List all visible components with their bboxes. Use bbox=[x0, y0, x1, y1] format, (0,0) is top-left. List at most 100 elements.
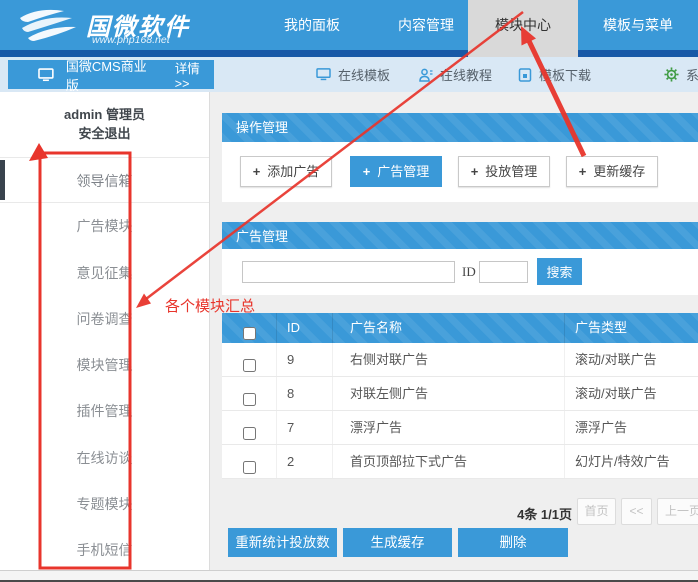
delivery-manage-button[interactable]: + 投放管理 bbox=[458, 156, 550, 187]
ad-table: ID 广告名称 广告类型 9 右侧对联广告 滚动/对联广告 8 对联左侧广告 滚… bbox=[222, 313, 698, 479]
recount-delivery-button[interactable]: 重新统计投放数 bbox=[228, 528, 337, 557]
row-checkbox[interactable] bbox=[243, 393, 256, 406]
cell-ad-name: 右侧对联广告 bbox=[333, 343, 565, 376]
sidebar-item-leader-mailbox[interactable]: 领导信箱 bbox=[0, 157, 209, 203]
cell-ad-type: 漂浮广告 bbox=[565, 411, 698, 444]
sidebar-item-sms[interactable]: 手机短信 bbox=[0, 527, 209, 573]
cell-ad-type: 滚动/对联广告 bbox=[565, 377, 698, 410]
sidebar-menu: 领导信箱 广告模块 意见征集 问卷调查 模块管理 插件管理 在线访谈 专题模块 … bbox=[0, 157, 209, 574]
operations-panel-header: 操作管理 bbox=[222, 113, 698, 142]
sidebar-item-label: 插件管理 bbox=[77, 403, 133, 419]
keyword-search-input[interactable] bbox=[242, 261, 455, 283]
refresh-cache-button[interactable]: + 更新缓存 bbox=[566, 156, 658, 187]
sidebar-item-module-manage[interactable]: 模块管理 bbox=[0, 342, 209, 388]
person-icon bbox=[419, 68, 433, 82]
sidebar-item-plugin-manage[interactable]: 插件管理 bbox=[0, 388, 209, 434]
sidebar-item-online-interview[interactable]: 在线访谈 bbox=[0, 435, 209, 481]
monitor-icon bbox=[38, 68, 54, 82]
id-label: ID bbox=[462, 264, 476, 280]
refresh-cache-label: 更新缓存 bbox=[593, 164, 645, 179]
cms-version-label: 国微CMS商业版 bbox=[66, 56, 159, 94]
sidebar-item-survey[interactable]: 问卷调查 bbox=[0, 296, 209, 342]
header-id: ID bbox=[277, 313, 333, 343]
cms-version-badge[interactable]: 国微CMS商业版 详情>> bbox=[8, 60, 214, 89]
sidebar-item-label: 模块管理 bbox=[77, 357, 133, 373]
ad-manage-button[interactable]: +广告管理 bbox=[350, 156, 442, 187]
cell-ad-name: 漂浮广告 bbox=[333, 411, 565, 444]
cms-detail-link: 详情>> bbox=[175, 58, 214, 91]
sidebar-item-label: 问卷调查 bbox=[77, 311, 133, 327]
plus-icon: + bbox=[579, 164, 587, 179]
system-settings-label: 系 bbox=[686, 65, 698, 84]
sidebar-item-label: 手机短信 bbox=[77, 542, 133, 558]
cell-id: 9 bbox=[277, 343, 333, 376]
monitor-icon bbox=[316, 68, 331, 81]
search-button[interactable]: 搜索 bbox=[537, 258, 582, 285]
admin-user-label: admin 管理员 bbox=[0, 104, 209, 123]
add-ad-label: 添加广告 bbox=[267, 164, 319, 179]
nav-module-center[interactable]: 模块中心 bbox=[468, 0, 578, 57]
online-template-label: 在线模板 bbox=[338, 65, 390, 84]
prev-fast-button[interactable]: << bbox=[621, 498, 652, 525]
brand-url: www.php168.net bbox=[92, 34, 170, 46]
ad-manage-label: 广告管理 bbox=[377, 164, 429, 179]
system-settings-link[interactable]: 系 bbox=[664, 60, 698, 89]
sidebar: admin 管理员 安全退出 领导信箱 广告模块 意见征集 问卷调查 模块管理 … bbox=[0, 92, 210, 570]
template-download-label: 模板下载 bbox=[539, 65, 591, 84]
app-window: 国微软件 www.php168.net 我的面板 内容管理 模块中心 模板与菜单… bbox=[0, 0, 698, 582]
row-checkbox[interactable] bbox=[243, 359, 256, 372]
online-template-link[interactable]: 在线模板 bbox=[316, 60, 390, 89]
ad-panel-header: 广告管理 bbox=[222, 222, 698, 251]
table-row: 9 右侧对联广告 滚动/对联广告 bbox=[222, 343, 698, 377]
operations-panel-body: + 添加广告 +广告管理 + 投放管理 + 更新缓存 bbox=[222, 142, 698, 202]
plus-icon: + bbox=[471, 164, 479, 179]
nav-template-menu[interactable]: 模板与菜单 bbox=[586, 0, 690, 50]
sidebar-item-ad-module[interactable]: 广告模块 bbox=[0, 203, 209, 249]
cell-id: 7 bbox=[277, 411, 333, 444]
prev-page-button[interactable]: 上一页 bbox=[657, 498, 698, 525]
bottom-scrollbar-track[interactable] bbox=[0, 570, 698, 582]
document-icon bbox=[518, 68, 532, 82]
header-checkbox-cell bbox=[222, 313, 277, 343]
header-ad-type: 广告类型 bbox=[565, 313, 698, 343]
plus-icon: + bbox=[253, 164, 261, 179]
ad-panel-search-body: ID 搜索 bbox=[222, 249, 698, 295]
sidebar-item-label: 意见征集 bbox=[77, 265, 133, 281]
selected-indicator bbox=[0, 160, 5, 200]
nav-my-dashboard[interactable]: 我的面板 bbox=[262, 0, 362, 50]
generate-cache-button[interactable]: 生成缓存 bbox=[343, 528, 452, 557]
delivery-manage-label: 投放管理 bbox=[485, 164, 537, 179]
pagination-summary: 4条 1/1页 bbox=[400, 504, 572, 523]
table-header-row: ID 广告名称 广告类型 bbox=[222, 313, 698, 343]
cell-ad-type: 幻灯片/特效广告 bbox=[565, 445, 698, 478]
table-row: 7 漂浮广告 漂浮广告 bbox=[222, 411, 698, 445]
sidebar-item-opinion-collect[interactable]: 意见征集 bbox=[0, 250, 209, 296]
header-ad-name: 广告名称 bbox=[333, 313, 565, 343]
cell-id: 2 bbox=[277, 445, 333, 478]
sidebar-item-topic-module[interactable]: 专题模块 bbox=[0, 481, 209, 527]
logout-link[interactable]: 安全退出 bbox=[0, 123, 209, 142]
nav-content-manage[interactable]: 内容管理 bbox=[376, 0, 476, 50]
id-search-input[interactable] bbox=[479, 261, 528, 283]
row-checkbox[interactable] bbox=[243, 427, 256, 440]
brand-swoosh-icon bbox=[16, 6, 78, 46]
first-page-button[interactable]: 首页 bbox=[577, 498, 616, 525]
template-download-link[interactable]: 模板下载 bbox=[518, 60, 591, 89]
row-checkbox[interactable] bbox=[243, 461, 256, 474]
cell-ad-name: 首页顶部拉下式广告 bbox=[333, 445, 565, 478]
table-row: 2 首页顶部拉下式广告 幻灯片/特效广告 bbox=[222, 445, 698, 479]
online-tutorial-link[interactable]: 在线教程 bbox=[419, 60, 492, 89]
select-all-checkbox[interactable] bbox=[243, 327, 256, 340]
gear-icon bbox=[664, 67, 679, 82]
sidebar-item-label: 专题模块 bbox=[77, 496, 133, 512]
add-ad-button[interactable]: + 添加广告 bbox=[240, 156, 332, 187]
cell-ad-name: 对联左侧广告 bbox=[333, 377, 565, 410]
sidebar-item-label: 领导信箱 bbox=[77, 173, 133, 189]
cell-id: 8 bbox=[277, 377, 333, 410]
sidebar-item-label: 在线访谈 bbox=[77, 450, 133, 466]
delete-button[interactable]: 删除 bbox=[458, 528, 568, 557]
table-row: 8 对联左侧广告 滚动/对联广告 bbox=[222, 377, 698, 411]
online-tutorial-label: 在线教程 bbox=[440, 65, 492, 84]
cell-ad-type: 滚动/对联广告 bbox=[565, 343, 698, 376]
sidebar-item-label: 广告模块 bbox=[77, 218, 133, 234]
